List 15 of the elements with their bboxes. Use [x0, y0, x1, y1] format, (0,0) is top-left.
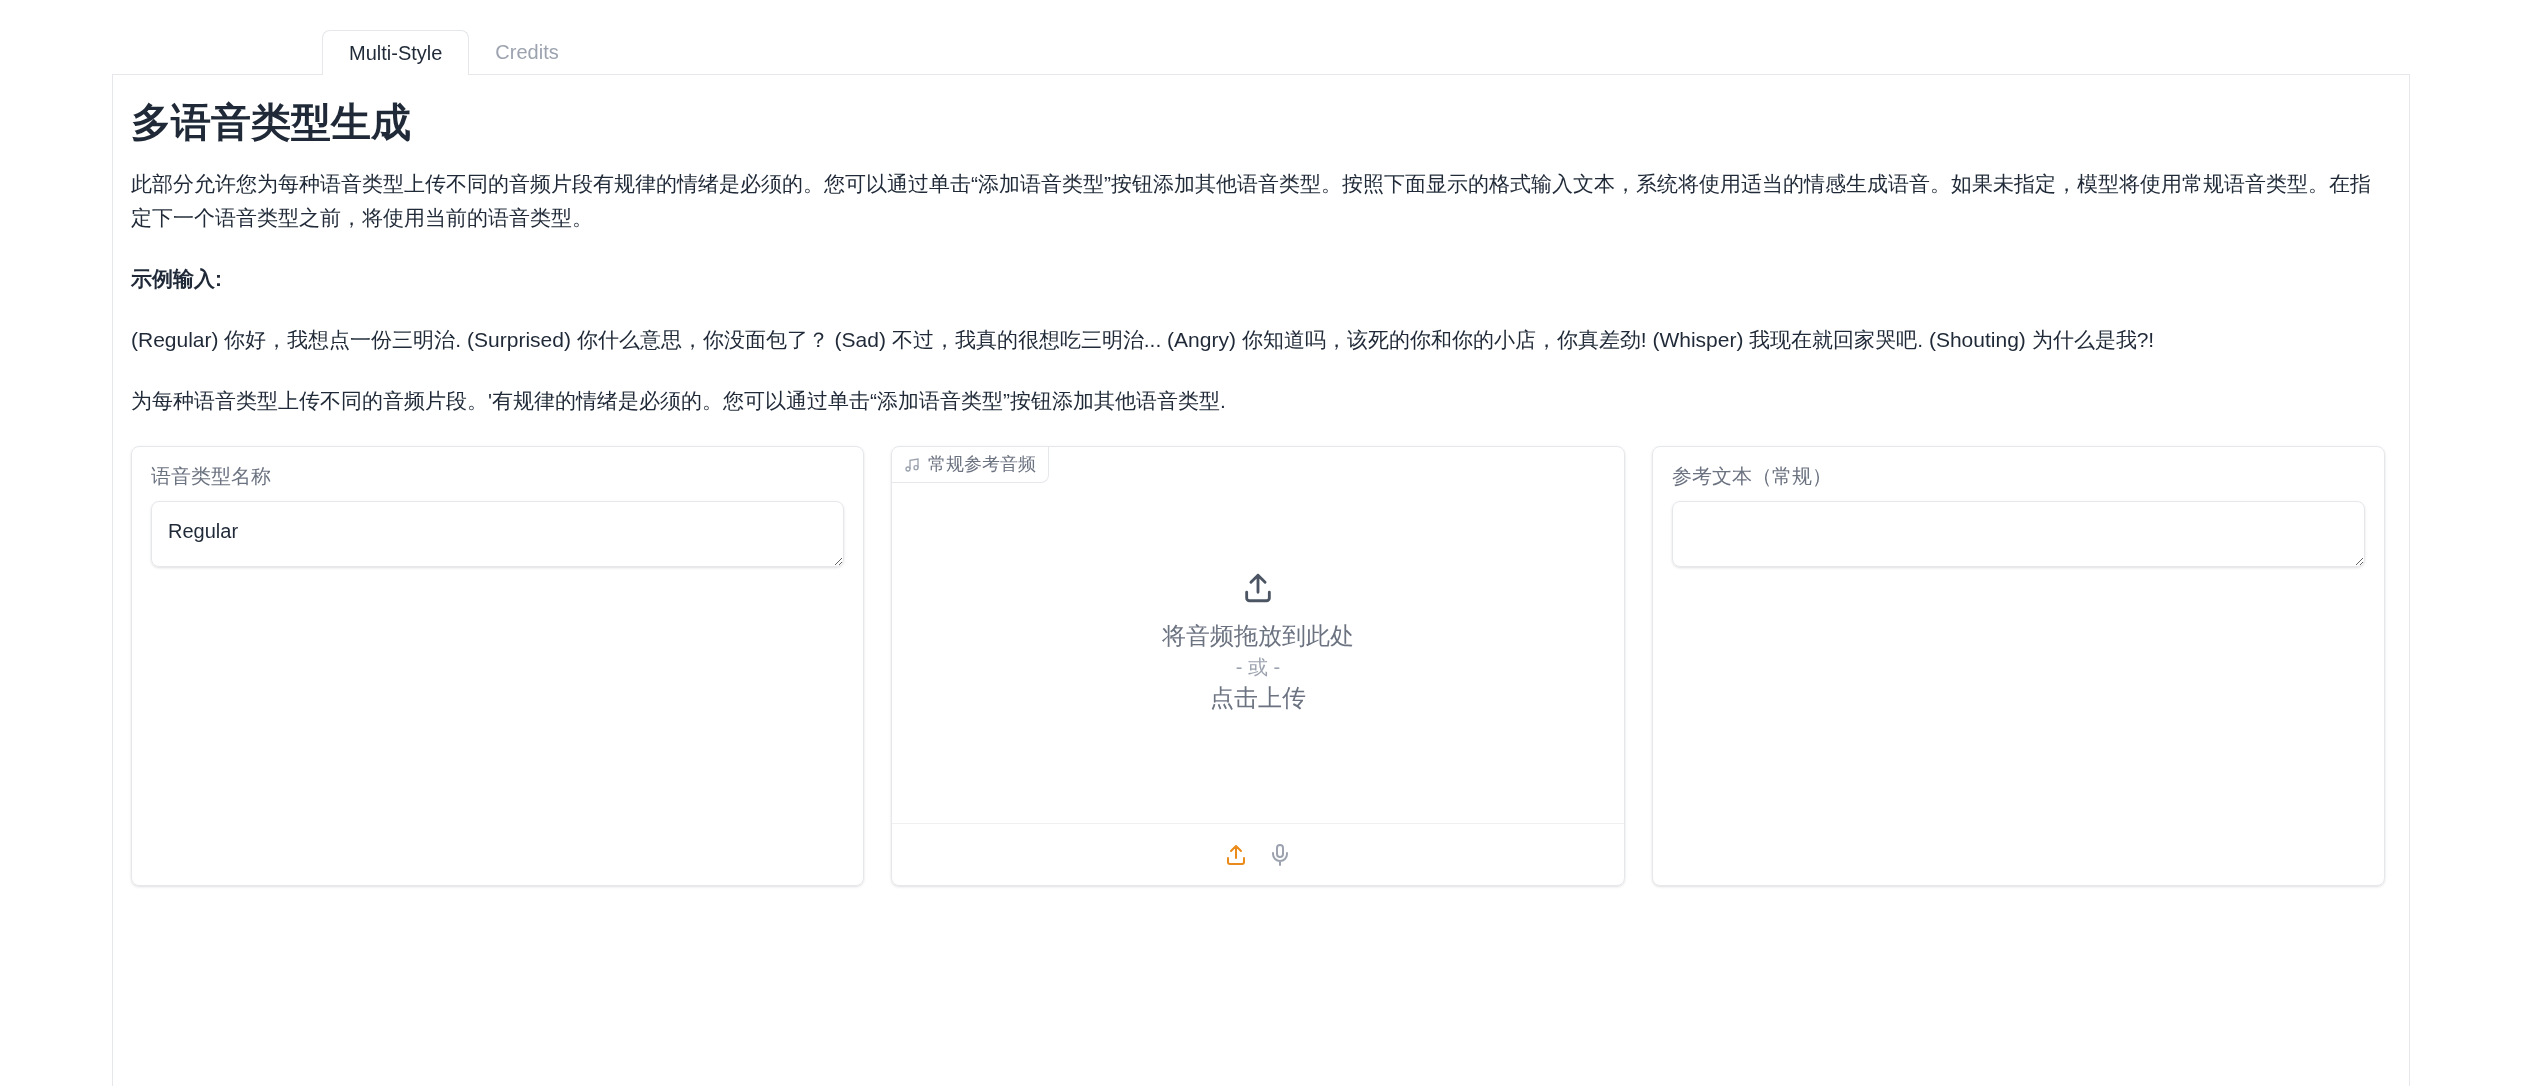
description-text: (Regular) 你好，我想点一份三明治. (Surprised) 你什么意思，你没面包了？ (Sad) 不过，我真的很想吃三明治... (Angry) 你知道吗，该死的你和你的小店，你真差劲! (Whisper) 我现在就回家哭吧. (Shouting) 为什么是我?!: [131, 327, 2156, 353]
drop-text: 将音频拖放到此处: [1162, 621, 1354, 651]
or-text: - 或 -: [1235, 655, 1281, 680]
text-field[interactable]: Regular: [151, 501, 845, 567]
tab[interactable]: Multi-Style: [322, 30, 470, 75]
description-text: 此部分允许您为每种语音类型上传不同的音频片段有规律的情绪是必须的。您可以通过单击“添加语音类型”按钮添加其他语音类型。按照下面显示的格式输入文本，系统将使用适当的情感生成语音。如果未指定，模型将使用常规语音类型。在指定下一个语音类型之前，将使用当前的语音类型。: [131, 171, 2372, 231]
text-field[interactable]: [1671, 501, 2365, 567]
field-label: 参考文本（常规）: [1671, 464, 1833, 489]
page-heading: 多语音类型生成: [131, 99, 412, 146]
field-label: 语音类型名称: [151, 464, 272, 489]
audio-label-text: 常规参考音频: [928, 453, 1037, 476]
music-note-icon: [904, 456, 921, 473]
description-text: 为每种语音类型上传不同的音频片段。'有规律的情绪是必须的。您可以通过单击“添加语音类型”按钮添加其他语音类型.: [131, 388, 1227, 414]
example-label: 示例输入:: [131, 266, 223, 292]
click-upload-link[interactable]: 点击上传: [1210, 681, 1306, 715]
